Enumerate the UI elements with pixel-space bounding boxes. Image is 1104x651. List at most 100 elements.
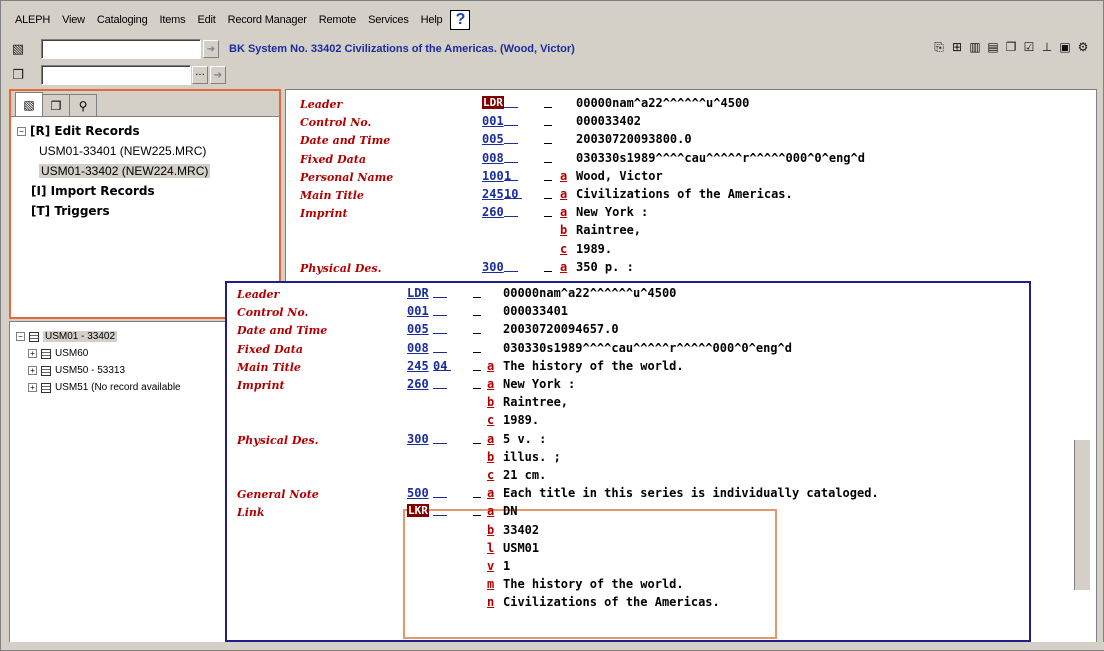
menu-cataloging[interactable]: Cataloging <box>91 14 154 26</box>
subfield-code[interactable]: a <box>487 486 494 500</box>
subfield-code[interactable]: n <box>487 595 494 609</box>
subfield-code[interactable]: b <box>487 450 494 464</box>
subfield-code[interactable]: c <box>487 413 494 427</box>
subfield-value[interactable]: 1989. <box>576 242 612 256</box>
menu-help[interactable]: Help <box>415 14 449 26</box>
window-icon[interactable]: ❐ <box>9 66 27 84</box>
field-tag[interactable]: LDR <box>482 96 504 109</box>
subfield-value[interactable]: Civilizations of the Americas. <box>503 595 720 609</box>
go-arrow-button-2[interactable]: ➔ <box>210 66 226 84</box>
tab-search[interactable]: ⚲ <box>69 94 97 116</box>
subfield-code[interactable]: b <box>487 523 494 537</box>
field-tag[interactable]: LDR <box>407 286 429 300</box>
tree-node-record-2[interactable]: USM01-33402 (NEW224.MRC) <box>17 161 273 181</box>
indicator-2[interactable] <box>473 322 481 335</box>
subfield-code[interactable]: b <box>487 395 494 409</box>
menu-aleph[interactable]: ALEPH <box>9 14 56 26</box>
settings-icon[interactable]: ⚙ <box>1075 39 1091 55</box>
subfield-code[interactable]: a <box>487 432 494 446</box>
subfield-value[interactable]: 20030720094657.0 <box>503 322 619 336</box>
indicator-1[interactable] <box>433 377 447 389</box>
expand-icon[interactable]: + <box>28 349 37 358</box>
indicator-1[interactable] <box>504 96 518 108</box>
subfield-value[interactable]: 1 <box>503 559 510 573</box>
indicator-1[interactable] <box>433 322 447 335</box>
indicator-1[interactable] <box>504 260 518 272</box>
copy-icon[interactable]: ❐ <box>1003 39 1019 55</box>
subfield-code[interactable]: a <box>560 187 567 201</box>
indicator-2[interactable] <box>473 432 481 444</box>
record-input[interactable] <box>41 65 191 85</box>
tree-icon[interactable]: ⊞ <box>949 39 965 55</box>
indicator-2[interactable] <box>473 377 481 389</box>
indicator-2[interactable] <box>473 359 481 371</box>
subfield-code[interactable]: a <box>560 169 567 183</box>
subfield-value[interactable]: 000033402 <box>576 114 641 128</box>
indicator-1[interactable]: 04 <box>433 359 451 373</box>
subfield-value[interactable]: illus. ; <box>503 450 561 464</box>
tree-node-triggers[interactable]: [T] Triggers <box>17 201 273 221</box>
field-tag[interactable]: 001 <box>482 114 504 128</box>
field-tag[interactable]: 005 <box>482 132 504 146</box>
subfield-value[interactable]: USM01 <box>503 541 539 555</box>
subfield-code[interactable]: m <box>487 577 494 591</box>
subfield-code[interactable]: a <box>487 377 494 391</box>
field-tag[interactable]: 005 <box>407 322 429 336</box>
subfield-value[interactable]: 5 v. : <box>503 432 546 446</box>
expand-icon[interactable]: + <box>28 366 37 375</box>
menu-record-manager[interactable]: Record Manager <box>222 14 313 26</box>
indicator-1[interactable]: 1 <box>504 169 518 183</box>
indicator-1[interactable] <box>433 432 447 444</box>
field-tag[interactable]: 008 <box>482 151 504 165</box>
editor-scrollbar[interactable] <box>1074 440 1090 590</box>
indicator-2[interactable] <box>544 96 552 108</box>
subfield-value[interactable]: 030330s1989^^^^cau^^^^^r^^^^^000^0^eng^d <box>576 151 865 165</box>
field-tag[interactable]: 500 <box>407 486 429 500</box>
indicator-1[interactable] <box>433 504 447 517</box>
subfield-value[interactable]: 350 p. : <box>576 260 634 274</box>
indicator-1[interactable] <box>433 304 447 317</box>
subfield-code[interactable]: b <box>560 223 567 237</box>
indicator-1[interactable]: 10 <box>504 187 522 201</box>
indicator-2[interactable] <box>473 486 481 499</box>
indicator-2[interactable] <box>544 187 552 199</box>
subfield-value[interactable]: New York : <box>503 377 575 391</box>
indicator-1[interactable] <box>433 286 447 298</box>
record-icon[interactable]: ▧ <box>9 40 27 58</box>
field-tag[interactable]: 300 <box>407 432 429 446</box>
indicator-2[interactable] <box>473 286 481 298</box>
subfield-value[interactable]: DN <box>503 504 517 518</box>
subfield-value[interactable]: 030330s1989^^^^cau^^^^^r^^^^^000^0^eng^d <box>503 341 792 355</box>
field-tag[interactable]: 245 <box>482 187 504 201</box>
subfield-value[interactable]: The history of the world. <box>503 577 684 591</box>
go-arrow-button[interactable]: ➔ <box>203 40 219 58</box>
subfield-value[interactable]: 20030720093800.0 <box>576 132 692 146</box>
subfield-value[interactable]: Wood, Victor <box>576 169 663 183</box>
subfield-value[interactable]: Each title in this series is individuall… <box>503 486 879 500</box>
collapse-icon[interactable]: − <box>16 332 25 341</box>
menu-edit[interactable]: Edit <box>191 14 221 26</box>
field-tag[interactable]: 300 <box>482 260 504 274</box>
indicator-1[interactable] <box>433 486 447 499</box>
menu-items[interactable]: Items <box>154 14 192 26</box>
menu-services[interactable]: Services <box>362 14 415 26</box>
indicator-2[interactable] <box>544 151 552 163</box>
field-tag[interactable]: 245 <box>407 359 429 373</box>
tab-window[interactable]: ❐ <box>42 94 70 116</box>
browse-button[interactable]: ··· <box>192 66 208 84</box>
subfield-code[interactable]: a <box>487 359 494 373</box>
indicator-2[interactable] <box>544 260 552 272</box>
indicator-1[interactable] <box>504 205 518 218</box>
field-tag[interactable]: 100 <box>482 169 504 183</box>
indicator-2[interactable] <box>473 304 481 317</box>
subfield-code[interactable]: a <box>560 260 567 274</box>
hierarchy-icon[interactable]: ⊥ <box>1039 39 1055 55</box>
subfield-value[interactable]: Civilizations of the Americas. <box>576 187 793 201</box>
indicator-2[interactable] <box>473 504 481 517</box>
field-tag[interactable]: 001 <box>407 304 429 318</box>
indicator-1[interactable] <box>504 114 518 127</box>
check-icon[interactable]: ☑ <box>1021 39 1037 55</box>
collapse-icon[interactable]: − <box>17 126 26 136</box>
subfield-value[interactable]: 1989. <box>503 413 539 427</box>
field-tag[interactable]: 008 <box>407 341 429 355</box>
